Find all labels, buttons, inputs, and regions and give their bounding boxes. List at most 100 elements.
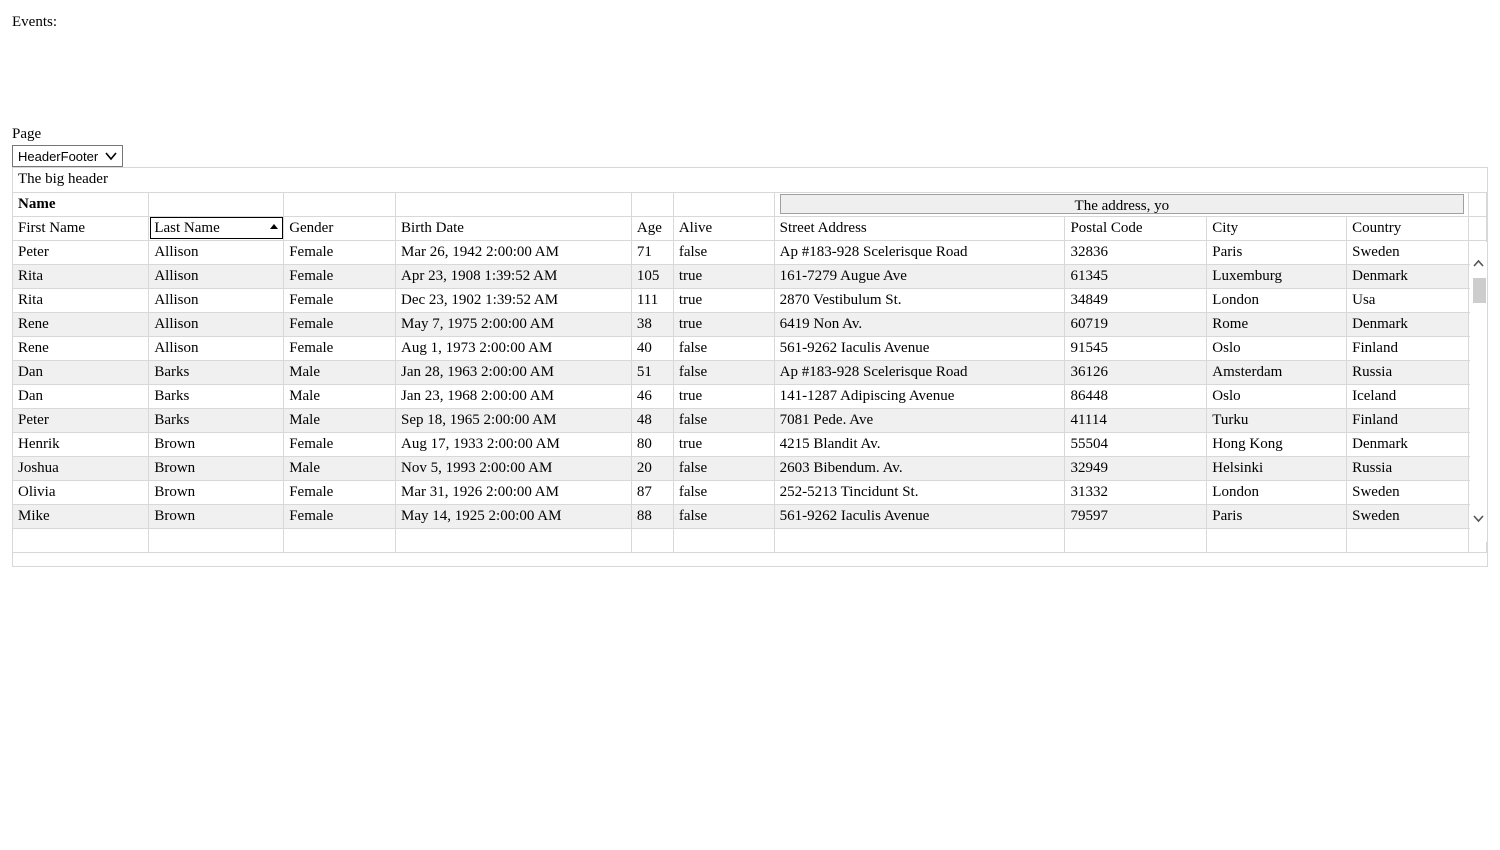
table-cell[interactable]: Henrik xyxy=(13,432,150,457)
table-cell[interactable]: Female xyxy=(283,504,397,529)
table-cell[interactable]: false xyxy=(673,480,775,505)
table-cell[interactable]: 61345 xyxy=(1064,264,1208,289)
table-cell[interactable]: Denmark xyxy=(1346,264,1469,289)
table-cell[interactable]: true xyxy=(673,312,775,337)
table-cell[interactable]: Amsterdam xyxy=(1206,360,1348,385)
table-cell[interactable]: false xyxy=(673,360,775,385)
scrollbar-thumb[interactable] xyxy=(1473,278,1486,303)
column-header[interactable]: Alive xyxy=(673,216,775,241)
table-cell[interactable]: Mike xyxy=(13,504,150,529)
table-cell[interactable]: 41114 xyxy=(1064,408,1208,433)
table-cell[interactable]: London xyxy=(1206,480,1348,505)
table-cell[interactable]: Jan 28, 1963 2:00:00 AM xyxy=(395,360,632,385)
table-cell[interactable]: Turku xyxy=(1206,408,1348,433)
table-cell[interactable]: false xyxy=(673,240,775,265)
table-cell[interactable]: 32836 xyxy=(1064,240,1208,265)
table-cell[interactable]: 252-5213 Tincidunt St. xyxy=(774,480,1066,505)
table-cell[interactable]: Female xyxy=(283,336,397,361)
table-cell[interactable]: Rene xyxy=(13,312,150,337)
table-cell[interactable]: Aug 17, 1933 2:00:00 AM xyxy=(395,432,632,457)
table-cell[interactable]: Allison xyxy=(148,312,285,337)
table-cell[interactable]: 40 xyxy=(631,336,674,361)
column-header[interactable]: Birth Date xyxy=(395,216,632,241)
table-cell[interactable]: Female xyxy=(283,264,397,289)
table-row[interactable]: Peter Allison Female Mar 26, 1942 2:00:00 A… xyxy=(13,240,1488,265)
table-cell[interactable]: 34849 xyxy=(1064,288,1208,313)
table-cell[interactable]: 105 xyxy=(631,264,674,289)
table-cell[interactable]: Oslo xyxy=(1206,384,1348,409)
table-cell[interactable]: 51 xyxy=(631,360,674,385)
table-cell[interactable]: Mar 31, 1926 2:00:00 AM xyxy=(395,480,632,505)
table-cell[interactable]: Male xyxy=(283,456,397,481)
table-row[interactable]: Olivia Brown Female Mar 31, 1926 2:00:00 AM… xyxy=(13,480,1488,505)
table-cell[interactable]: Allison xyxy=(148,264,285,289)
table-cell[interactable]: Ap #183-928 Scelerisque Road xyxy=(774,360,1066,385)
table-cell[interactable]: true xyxy=(673,432,775,457)
table-cell[interactable]: 4215 Blandit Av. xyxy=(774,432,1066,457)
table-cell[interactable]: 31332 xyxy=(1064,480,1208,505)
table-cell[interactable]: Joshua xyxy=(13,456,150,481)
column-header[interactable]: Country xyxy=(1346,216,1469,241)
column-header[interactable]: First Name xyxy=(13,216,150,241)
table-cell[interactable]: Dec 23, 1902 1:39:52 AM xyxy=(395,288,632,313)
table-cell[interactable]: Rita xyxy=(13,264,150,289)
table-cell[interactable]: Rita xyxy=(13,288,150,313)
table-row[interactable]: Mike Brown Female May 14, 1925 2:00:00 AM 88… xyxy=(13,504,1488,529)
table-cell[interactable]: Peter xyxy=(13,408,150,433)
table-cell[interactable]: Iceland xyxy=(1346,384,1469,409)
table-cell[interactable]: Female xyxy=(283,480,397,505)
table-cell[interactable]: 141-1287 Adipiscing Avenue xyxy=(774,384,1066,409)
table-cell[interactable]: Denmark xyxy=(1346,432,1469,457)
table-cell[interactable]: Russia xyxy=(1346,456,1469,481)
table-cell[interactable]: true xyxy=(673,288,775,313)
table-cell[interactable]: 2603 Bibendum. Av. xyxy=(774,456,1066,481)
table-cell[interactable]: Russia xyxy=(1346,360,1469,385)
table-cell[interactable]: false xyxy=(673,336,775,361)
table-row[interactable]: Dan Barks Male Jan 23, 1968 2:00:00 AM 46 tru… xyxy=(13,384,1488,409)
table-cell[interactable]: Helsinki xyxy=(1206,456,1348,481)
table-cell[interactable]: May 7, 1975 2:00:00 AM xyxy=(395,312,632,337)
table-row[interactable]: Henrik Brown Female Aug 17, 1933 2:00:00 AM… xyxy=(13,432,1488,457)
table-cell[interactable]: Allison xyxy=(148,336,285,361)
table-row[interactable]: Peter Barks Male Sep 18, 1965 2:00:00 AM 48 f… xyxy=(13,408,1488,433)
page-select[interactable]: HeaderFooter xyxy=(12,145,123,167)
table-cell[interactable]: 38 xyxy=(631,312,674,337)
table-cell[interactable]: Brown xyxy=(148,456,285,481)
table-cell[interactable]: Barks xyxy=(148,408,285,433)
table-cell[interactable]: Allison xyxy=(148,240,285,265)
table-row[interactable]: Rene Allison Female May 7, 1975 2:00:00 AM 3… xyxy=(13,312,1488,337)
table-cell[interactable]: Sep 18, 1965 2:00:00 AM xyxy=(395,408,632,433)
table-cell[interactable]: Finland xyxy=(1346,336,1469,361)
table-cell[interactable]: Allison xyxy=(148,288,285,313)
table-row[interactable]: Dan Barks Male Jan 28, 1963 2:00:00 AM 51 fal… xyxy=(13,360,1488,385)
table-cell[interactable]: 7081 Pede. Ave xyxy=(774,408,1066,433)
table-cell[interactable]: Brown xyxy=(148,504,285,529)
table-cell[interactable]: Apr 23, 1908 1:39:52 AM xyxy=(395,264,632,289)
table-cell[interactable]: 46 xyxy=(631,384,674,409)
table-cell[interactable]: Barks xyxy=(148,384,285,409)
table-cell[interactable]: Male xyxy=(283,360,397,385)
table-cell[interactable]: 111 xyxy=(631,288,674,313)
table-cell[interactable]: 55504 xyxy=(1064,432,1208,457)
table-cell[interactable]: Paris xyxy=(1206,240,1348,265)
table-cell[interactable]: London xyxy=(1206,288,1348,313)
table-cell[interactable]: true xyxy=(673,384,775,409)
table-cell[interactable]: Female xyxy=(283,288,397,313)
chevron-up-icon[interactable] xyxy=(1472,258,1485,268)
table-row[interactable]: Joshua Brown Male Nov 5, 1993 2:00:00 AM 20 f… xyxy=(13,456,1488,481)
table-cell[interactable]: Sweden xyxy=(1346,480,1469,505)
table-cell[interactable]: 20 xyxy=(631,456,674,481)
table-row[interactable]: Rita Allison Female Dec 23, 1902 1:39:52 AM… xyxy=(13,288,1488,313)
table-cell[interactable]: Nov 5, 1993 2:00:00 AM xyxy=(395,456,632,481)
table-cell[interactable]: 79597 xyxy=(1064,504,1208,529)
chevron-down-icon[interactable] xyxy=(1472,514,1485,524)
table-cell[interactable]: May 14, 1925 2:00:00 AM xyxy=(395,504,632,529)
table-cell[interactable]: Brown xyxy=(148,432,285,457)
table-cell[interactable]: Finland xyxy=(1346,408,1469,433)
table-cell[interactable]: Female xyxy=(283,240,397,265)
table-cell[interactable]: 91545 xyxy=(1064,336,1208,361)
table-cell[interactable]: 88 xyxy=(631,504,674,529)
table-cell[interactable]: Denmark xyxy=(1346,312,1469,337)
vertical-scrollbar[interactable] xyxy=(1470,242,1487,542)
table-cell[interactable]: Ap #183-928 Scelerisque Road xyxy=(774,240,1066,265)
